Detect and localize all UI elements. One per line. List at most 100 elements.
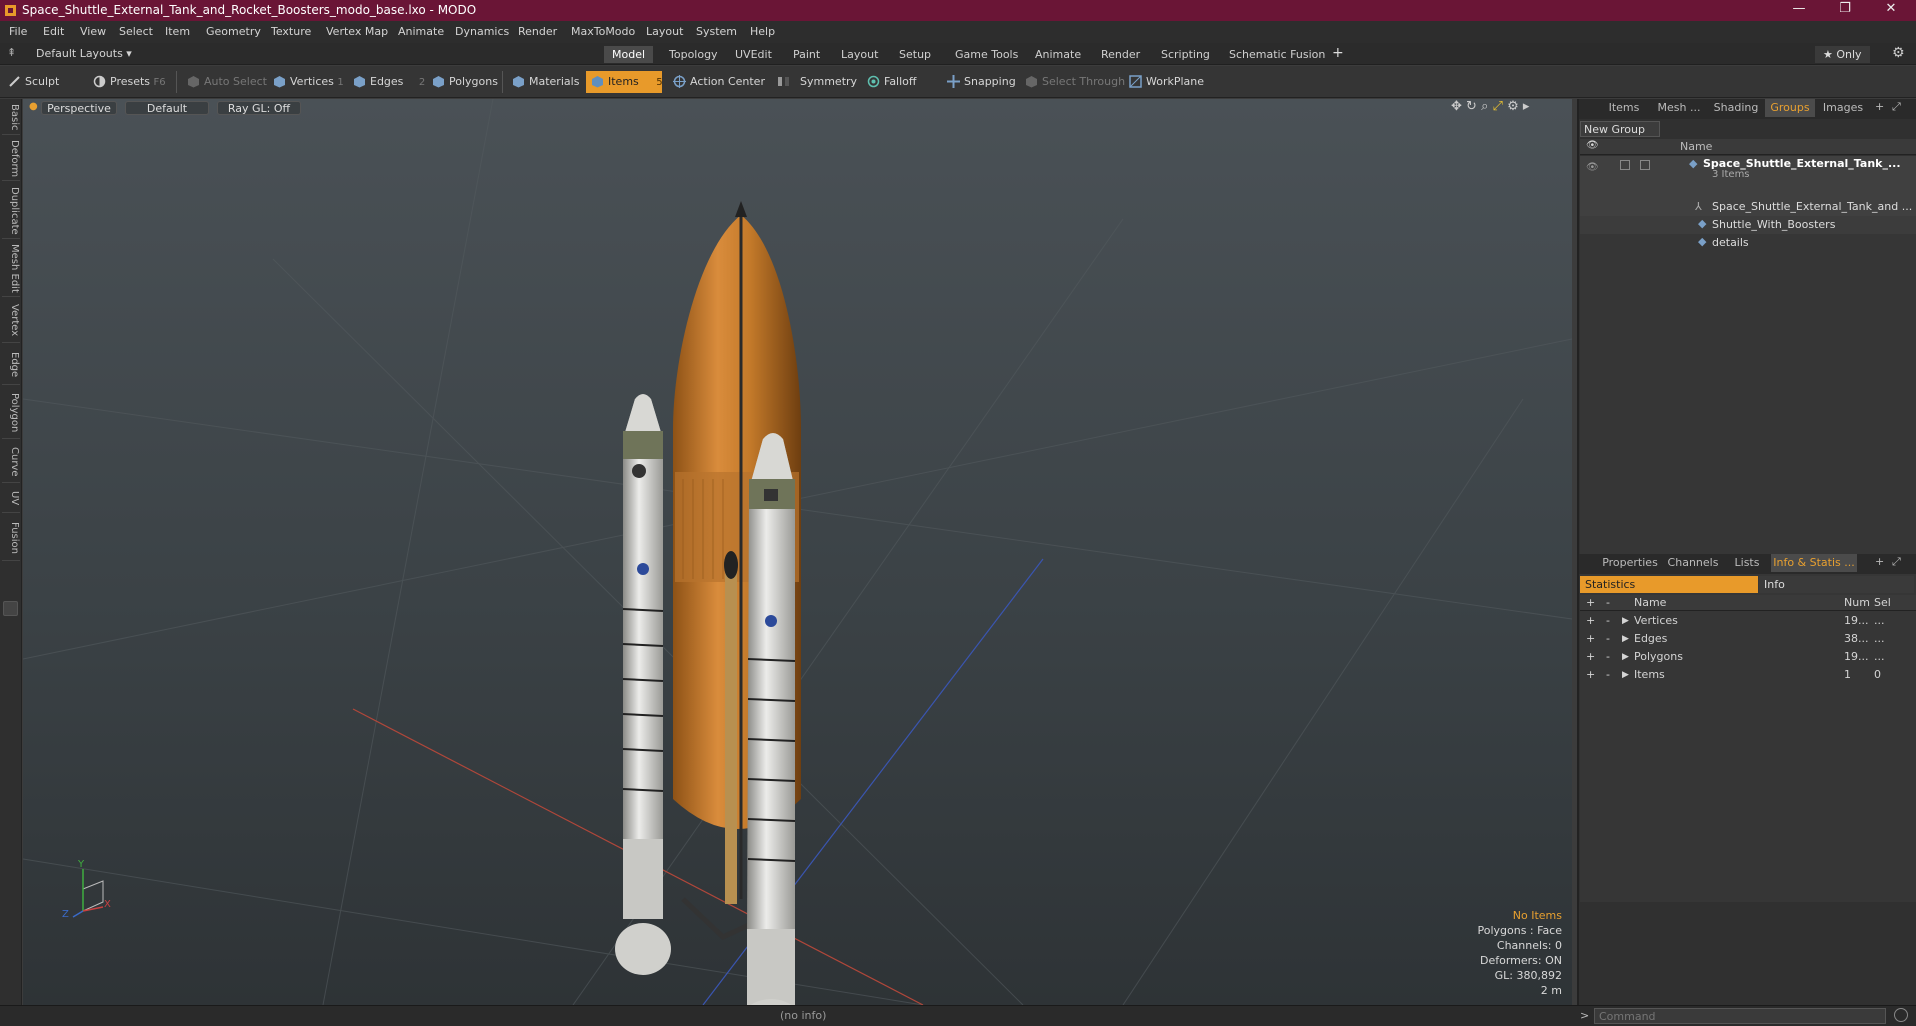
menu-edit[interactable]: Edit (43, 25, 64, 38)
tab-uv[interactable]: UV (2, 485, 20, 513)
rotate-icon[interactable]: ↻ (1466, 99, 1477, 114)
tab-model[interactable]: Model (604, 46, 654, 63)
stats-row[interactable]: + - ▶ Items 1 0 (1580, 666, 1916, 684)
action-center-button[interactable]: Action Center (668, 71, 771, 93)
edges-button[interactable]: Edges 2 (348, 71, 431, 93)
raygl-button[interactable]: Ray GL: Off (217, 101, 301, 115)
zoom-icon[interactable]: ⌕ (1481, 99, 1488, 114)
tab-lists[interactable]: Lists (1725, 554, 1769, 572)
expand-tabs-button[interactable] (3, 601, 18, 616)
only-toggle[interactable]: ★ Only (1815, 46, 1870, 63)
tab-scripting[interactable]: Scripting (1153, 46, 1218, 63)
menu-select[interactable]: Select (119, 25, 153, 38)
menu-dynamics[interactable]: Dynamics (455, 25, 509, 38)
expand-panel-icon[interactable]: ⤢ (1892, 100, 1901, 114)
command-history-icon[interactable] (1894, 1008, 1908, 1022)
menu-animate[interactable]: Animate (398, 25, 444, 38)
tab-mesh-edit[interactable]: Mesh Edit (2, 241, 20, 297)
tab-channels[interactable]: Channels (1663, 554, 1723, 572)
menu-file[interactable]: File (9, 25, 27, 38)
restore-button[interactable]: ❐ (1822, 0, 1868, 21)
tab-shading[interactable]: Shading (1709, 99, 1763, 117)
tab-statistics[interactable]: Statistics (1580, 576, 1758, 593)
menu-layout[interactable]: Layout (646, 25, 683, 38)
tab-info-statistics[interactable]: Info & Statis ... (1771, 554, 1857, 572)
menu-maxtomodo[interactable]: MaxToModo (571, 25, 635, 38)
vertices-button[interactable]: Vertices 1 (268, 71, 350, 93)
tab-vertex[interactable]: Vertex (2, 299, 20, 343)
tab-fusion[interactable]: Fusion (2, 515, 20, 561)
tab-deform[interactable]: Deform (2, 137, 20, 181)
layouts-dropdown[interactable]: Default Layouts ▾ (36, 47, 132, 60)
tab-layout[interactable]: Layout (833, 46, 886, 63)
presets-button[interactable]: Presets F6 (88, 71, 170, 93)
view-mode-button[interactable]: Perspective (41, 101, 117, 115)
close-button[interactable]: ✕ (1868, 0, 1914, 21)
stats-row[interactable]: + - ▶ Polygons 19... ... (1580, 648, 1916, 666)
tab-basic[interactable]: Basic (2, 101, 20, 135)
tab-game-tools[interactable]: Game Tools (947, 46, 1026, 63)
tab-polygon[interactable]: Polygon (2, 387, 20, 439)
polygons-button[interactable]: Polygons (427, 71, 504, 93)
tab-mesh[interactable]: Mesh ... (1651, 99, 1707, 117)
tab-topology[interactable]: Topology (661, 46, 726, 63)
expand-all-icon[interactable]: + (1586, 596, 1595, 609)
menu-system[interactable]: System (696, 25, 737, 38)
add-panel-icon[interactable]: + (1875, 555, 1884, 568)
tab-render[interactable]: Render (1093, 46, 1148, 63)
snapping-button[interactable]: Snapping (942, 71, 1022, 93)
3d-viewport[interactable]: Y X Z ● Perspective Default Ray GL: Off … (23, 99, 1572, 1005)
visibility-eye-icon[interactable]: 👁 (1586, 162, 1599, 173)
menu-texture[interactable]: Texture (271, 25, 311, 38)
auto-select-button[interactable]: Auto Select (182, 71, 273, 93)
group-child-row[interactable]: ◆ details (1580, 234, 1916, 252)
minimize-button[interactable]: — (1776, 0, 1822, 21)
viewport-gear-icon[interactable]: ⚙ (1507, 99, 1519, 114)
stats-row[interactable]: + - ▶ Edges 38... ... (1580, 630, 1916, 648)
tab-properties[interactable]: Properties (1599, 554, 1661, 572)
add-panel-icon[interactable]: + (1875, 100, 1884, 113)
sculpt-button[interactable]: Sculpt (3, 71, 88, 93)
menu-item[interactable]: Item (165, 25, 190, 38)
viewport-dot-icon[interactable]: ● (29, 101, 38, 112)
shading-mode-button[interactable]: Default (125, 101, 209, 115)
group-child-row[interactable]: ⅄ Space_Shuttle_External_Tank_and ... (1580, 198, 1916, 216)
viewport-menu-icon[interactable]: ▸ (1523, 99, 1530, 114)
tab-setup[interactable]: Setup (891, 46, 939, 63)
tab-info[interactable]: Info (1759, 576, 1914, 593)
falloff-button[interactable]: Falloff (862, 71, 922, 93)
command-input[interactable] (1594, 1008, 1886, 1024)
new-group-button[interactable]: New Group (1580, 121, 1660, 137)
menu-help[interactable]: Help (750, 25, 775, 38)
expand-panel-icon[interactable]: ⤢ (1892, 555, 1901, 569)
tab-paint[interactable]: Paint (785, 46, 828, 63)
menu-render[interactable]: Render (518, 25, 557, 38)
tab-duplicate[interactable]: Duplicate (2, 183, 20, 239)
materials-button[interactable]: Materials (507, 71, 585, 93)
items-button[interactable]: Items 5 (586, 71, 663, 93)
tab-groups[interactable]: Groups (1765, 99, 1815, 117)
tab-items[interactable]: Items (1599, 99, 1649, 117)
pan-icon[interactable]: ✥ (1451, 99, 1462, 114)
tab-uvedit[interactable]: UVEdit (727, 46, 780, 63)
gear-icon[interactable]: ⚙ (1892, 45, 1905, 61)
tab-curve[interactable]: Curve (2, 441, 20, 483)
tab-schematic-fusion[interactable]: Schematic Fusion (1221, 46, 1333, 63)
collapse-all-icon[interactable]: - (1606, 596, 1610, 609)
add-tab-button[interactable]: + (1332, 45, 1344, 61)
menu-view[interactable]: View (80, 25, 106, 38)
group-child-row[interactable]: ◆ Shuttle_With_Boosters (1580, 216, 1916, 234)
select-through-button[interactable]: Select Through (1020, 71, 1131, 93)
tab-animate[interactable]: Animate (1027, 46, 1089, 63)
stats-row[interactable]: + - ▶ Vertices 19... ... (1580, 612, 1916, 630)
collapse-icon[interactable]: ⇞ (7, 46, 16, 59)
fit-icon[interactable]: ⤢ (1493, 99, 1503, 114)
symmetry-button[interactable]: Symmetry (772, 71, 863, 93)
workplane-button[interactable]: WorkPlane (1124, 71, 1210, 93)
lock-checkbox[interactable] (1620, 160, 1630, 170)
menu-vertex-map[interactable]: Vertex Map (326, 25, 388, 38)
select-checkbox[interactable] (1640, 160, 1650, 170)
menu-geometry[interactable]: Geometry (206, 25, 261, 38)
tab-edge[interactable]: Edge (2, 345, 20, 385)
tab-images[interactable]: Images (1817, 99, 1869, 117)
